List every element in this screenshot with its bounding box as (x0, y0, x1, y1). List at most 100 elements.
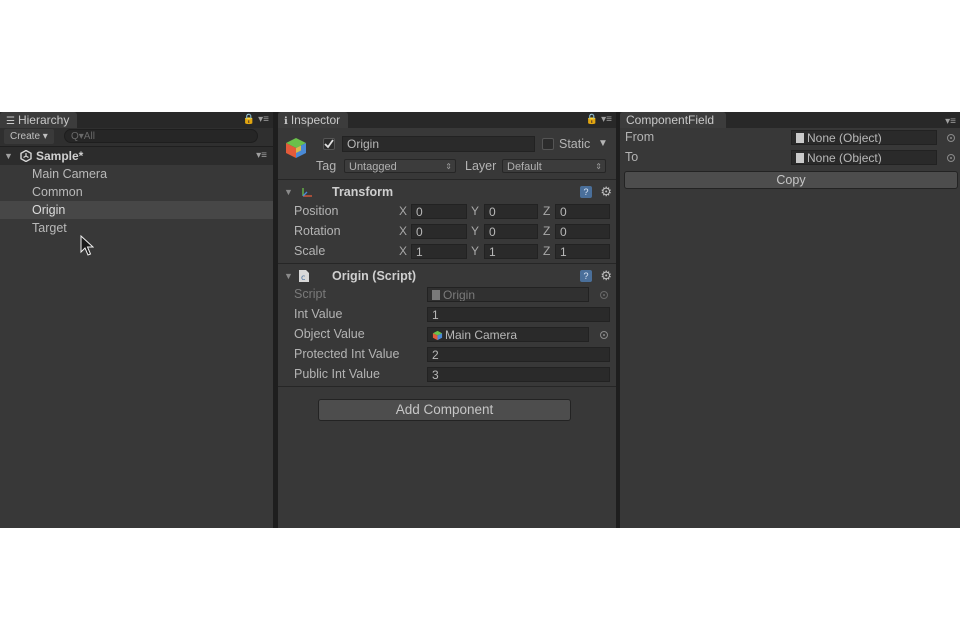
hierarchy-item-main-camera[interactable]: Main Camera (0, 165, 273, 183)
y-label: Y (471, 224, 480, 238)
inspector-tab-tools: 🔒 ▾≡ (586, 114, 612, 126)
to-value: None (Object) (807, 151, 882, 165)
unity-editor: ☰ Hierarchy 🔒 ▾≡ Create ▾ Q▾All ▼ Sample*… (0, 112, 960, 528)
gameobject-cube-icon (432, 330, 443, 341)
transform-header[interactable]: ▼ Transform ? ⚙ (278, 183, 616, 201)
transform-title: Transform (332, 185, 394, 199)
fold-down-icon[interactable]: ▼ (284, 267, 293, 285)
scene-menu-icon[interactable]: ▾≡ (256, 147, 267, 165)
inspector-panel: ℹ Inspector 🔒 ▾≡ Origin Static ▼ Tag Unta… (278, 112, 616, 528)
hierarchy-search-input[interactable]: Q▾All (64, 129, 258, 143)
to-label: To (625, 150, 639, 164)
divider (278, 179, 616, 180)
tab-componentfield[interactable]: ComponentField (620, 112, 726, 128)
to-object-field[interactable]: None (Object) (791, 150, 937, 165)
hierarchy-toolbar: Create ▾ Q▾All (0, 128, 273, 147)
info-icon: ℹ (284, 116, 288, 127)
position-label: Position (294, 204, 339, 218)
mouse-cursor-icon (80, 235, 94, 256)
from-object-field[interactable]: None (Object) (791, 130, 937, 145)
layer-dropdown[interactable]: Default ⇕ (502, 159, 606, 173)
position-y-field[interactable]: 0 (484, 204, 538, 219)
object-value: Main Camera (445, 328, 518, 342)
scale-y-field[interactable]: 1 (484, 244, 538, 259)
tag-label: Tag (316, 159, 337, 173)
hierarchy-panel: ☰ Hierarchy 🔒 ▾≡ Create ▾ Q▾All ▼ Sample*… (0, 112, 273, 528)
z-label: Z (543, 204, 551, 218)
updown-arrow-icon: ⇕ (445, 162, 452, 171)
tab-hierarchy[interactable]: ☰ Hierarchy (0, 112, 78, 128)
position-z-field[interactable]: 0 (555, 204, 610, 219)
script-component-title: Origin (Script) (332, 269, 417, 283)
tag-value: Untagged (349, 161, 397, 173)
create-button[interactable]: Create ▾ (4, 129, 54, 144)
from-label: From (625, 130, 655, 144)
static-label: Static (559, 137, 591, 151)
static-checkbox[interactable] (542, 138, 554, 150)
script-component-header[interactable]: ▼ c Origin (Script) ? ⚙ (278, 267, 616, 285)
object-picker-icon[interactable] (947, 134, 955, 142)
scale-z-field[interactable]: 1 (555, 244, 610, 259)
script-icon: c (299, 270, 309, 282)
scene-row[interactable]: ▼ Sample* ▾≡ (0, 147, 273, 165)
panel-menu-icon[interactable]: ▾≡ (945, 116, 956, 128)
divider (278, 263, 616, 264)
file-icon (796, 153, 804, 163)
rotation-x-field[interactable]: 0 (411, 224, 467, 239)
transform-axis-icon (302, 188, 312, 197)
lock-icon[interactable]: 🔒 (243, 114, 255, 125)
fold-down-icon[interactable]: ▼ (284, 183, 293, 201)
fold-down-icon[interactable]: ▼ (4, 147, 13, 165)
scene-name: Sample* (36, 149, 84, 163)
from-value: None (Object) (807, 131, 882, 145)
hierarchy-item-target[interactable]: Target (0, 219, 273, 237)
gear-icon[interactable]: ⚙ (600, 185, 612, 199)
add-component-button[interactable]: Add Component (318, 399, 571, 421)
protected-int-label: Protected Int Value (294, 347, 400, 361)
rotation-z-field[interactable]: 0 (555, 224, 610, 239)
int-value-field[interactable]: 1 (427, 307, 610, 322)
panel-menu-icon[interactable]: ▾≡ (601, 114, 612, 125)
hierarchy-tab-label: Hierarchy (17, 113, 70, 127)
public-int-field[interactable]: 3 (427, 367, 610, 382)
int-value-label: Int Value (294, 307, 343, 321)
hierarchy-item-common[interactable]: Common (0, 183, 273, 201)
check-icon (324, 139, 334, 149)
scale-label: Scale (294, 244, 326, 258)
object-name-input[interactable]: Origin (342, 136, 535, 152)
panel-menu-icon[interactable]: ▾≡ (258, 114, 269, 125)
layer-label: Layer (465, 159, 497, 173)
layer-value: Default (507, 161, 542, 173)
object-value-field[interactable]: Main Camera (427, 327, 589, 342)
object-value-label: Object Value (294, 327, 365, 341)
static-dropdown-icon[interactable]: ▼ (598, 136, 608, 152)
help-icon[interactable]: ? (580, 270, 592, 282)
script-label: Script (294, 287, 326, 301)
hierarchy-tabstrip: ☰ Hierarchy 🔒 ▾≡ (0, 112, 273, 128)
tag-dropdown[interactable]: Untagged ⇕ (344, 159, 456, 173)
copy-button[interactable]: Copy (624, 171, 958, 189)
hierarchy-item-origin[interactable]: Origin (0, 201, 273, 219)
tab-inspector[interactable]: ℹ Inspector (278, 112, 349, 128)
lock-icon[interactable]: 🔒 (586, 114, 598, 125)
scale-x-field[interactable]: 1 (411, 244, 467, 259)
rotation-y-field[interactable]: 0 (484, 224, 538, 239)
x-label: X (399, 224, 408, 238)
object-picker-icon (600, 291, 608, 299)
object-picker-icon[interactable] (947, 154, 955, 162)
rotation-label: Rotation (294, 224, 341, 238)
help-icon[interactable]: ? (580, 186, 592, 198)
object-picker-icon[interactable] (600, 331, 608, 339)
x-label: X (399, 204, 408, 218)
protected-int-field[interactable]: 2 (427, 347, 610, 362)
gear-icon[interactable]: ⚙ (600, 269, 612, 283)
z-label: Z (543, 244, 551, 258)
script-file-icon (432, 290, 440, 300)
script-field: Origin (427, 287, 589, 302)
y-label: Y (471, 204, 480, 218)
gameobject-cube-icon (286, 138, 306, 158)
active-checkbox[interactable] (323, 138, 335, 150)
position-x-field[interactable]: 0 (411, 204, 467, 219)
svg-text:c: c (301, 273, 305, 282)
component-field-panel: ComponentField ▾≡ From None (Object) To … (620, 112, 960, 528)
